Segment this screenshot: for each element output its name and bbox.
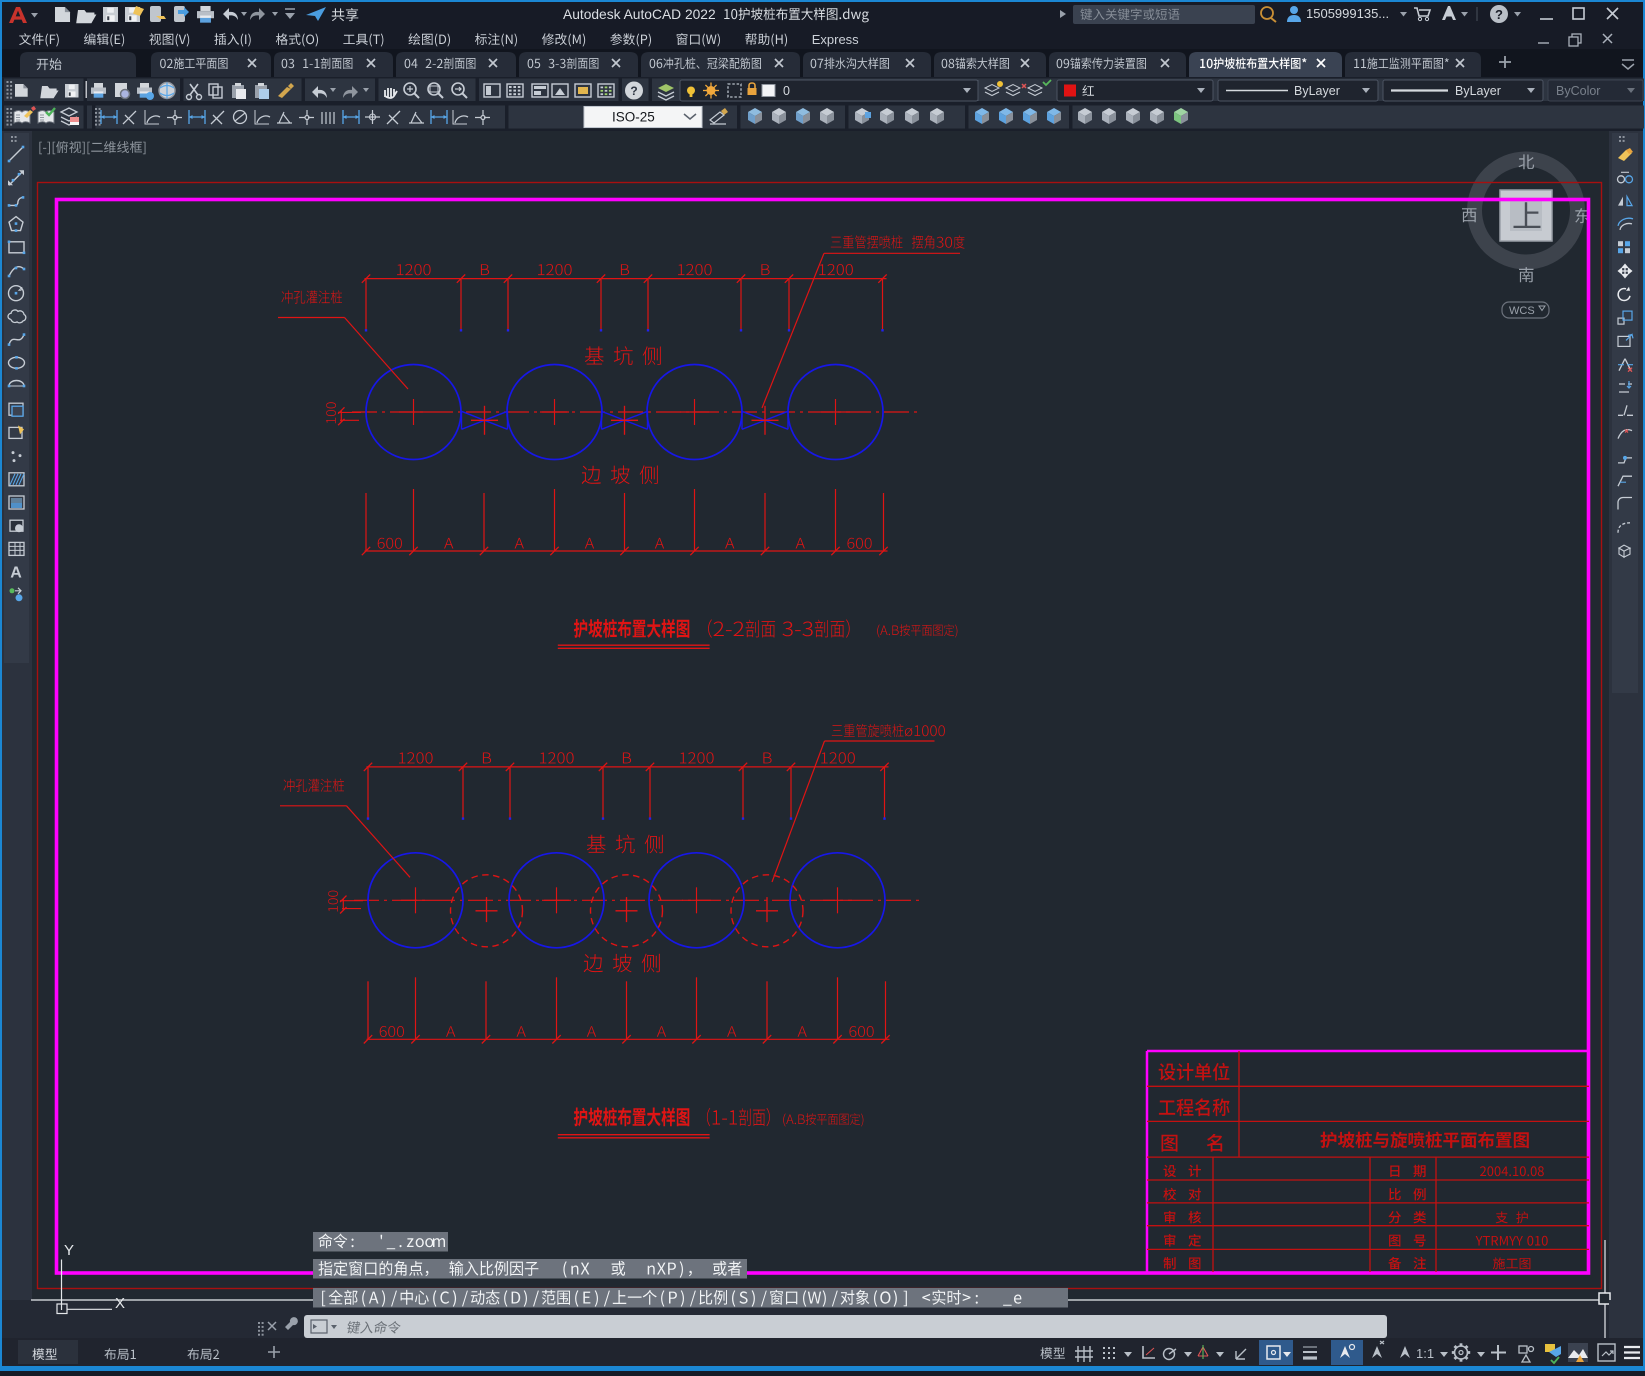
- svg-text:1505999135...: 1505999135...: [1306, 6, 1389, 21]
- svg-text:ISO-25: ISO-25: [612, 110, 655, 125]
- svg-text:ByLayer: ByLayer: [1455, 84, 1501, 98]
- svg-text:?: ?: [1495, 7, 1503, 22]
- svg-text:?: ?: [630, 84, 637, 98]
- svg-text:X: X: [115, 1295, 125, 1312]
- svg-text:Autodesk AutoCAD 2022: Autodesk AutoCAD 2022: [563, 7, 716, 22]
- svg-text:0: 0: [783, 84, 790, 98]
- svg-text:Y: Y: [64, 1242, 74, 1259]
- svg-text:A: A: [10, 565, 22, 582]
- svg-text:ByColor: ByColor: [1556, 84, 1600, 98]
- svg-text:WCS: WCS: [1509, 305, 1535, 317]
- svg-text:Express: Express: [812, 32, 859, 47]
- svg-text:ByLayer: ByLayer: [1294, 84, 1340, 98]
- svg-text:1:1: 1:1: [1416, 1346, 1434, 1361]
